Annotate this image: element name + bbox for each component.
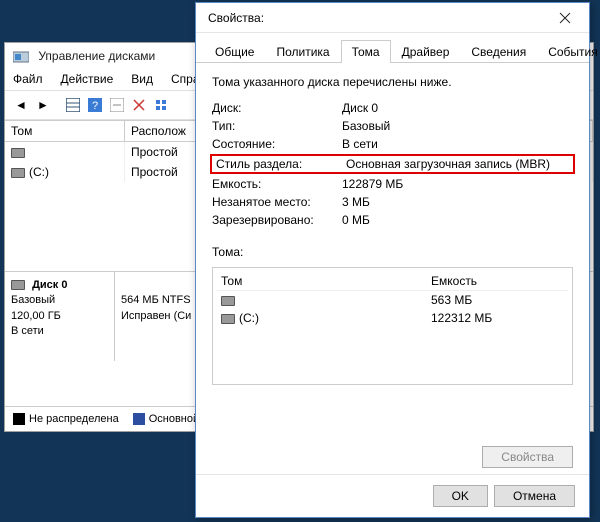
bg-menu-action[interactable]: Действие — [61, 72, 114, 86]
label-status: Состояние: — [212, 137, 342, 151]
toolbar-x-icon[interactable] — [129, 95, 149, 115]
bg-col-layout[interactable]: Располож — [125, 121, 205, 142]
label-capacity: Емкость: — [212, 177, 342, 191]
dialog-footer: OK Отмена — [196, 474, 589, 517]
bg-window-title: Управление дисками — [38, 49, 155, 63]
bg-menu-view[interactable]: Вид — [131, 72, 153, 86]
dialog-titlebar[interactable]: Свойства: — [196, 3, 589, 33]
value-capacity: 122879 МБ — [342, 177, 573, 191]
tab-details[interactable]: Сведения — [460, 40, 537, 63]
cancel-button[interactable]: Отмена — [494, 485, 575, 507]
vol-row-1[interactable]: (C:) 122312 МБ — [217, 309, 568, 327]
properties-dialog: Свойства: Общие Политика Тома Драйвер Св… — [195, 2, 590, 518]
close-icon — [559, 12, 571, 24]
label-type: Тип: — [212, 119, 342, 133]
volumes-label: Тома: — [212, 245, 573, 259]
tabset: Общие Политика Тома Драйвер Сведения Соб… — [196, 33, 589, 63]
label-disk: Диск: — [212, 101, 342, 115]
legend-primary-icon — [133, 413, 145, 425]
toolbar-help-icon[interactable]: ? — [85, 95, 105, 115]
vol-col-size[interactable]: Емкость — [431, 274, 564, 288]
tab-policy[interactable]: Политика — [265, 40, 340, 63]
tab-events[interactable]: События — [537, 40, 600, 63]
ok-button[interactable]: OK — [433, 485, 488, 507]
label-style: Стиль раздела: — [216, 157, 346, 171]
toolbar-view-icon[interactable] — [63, 95, 83, 115]
volume-icon — [221, 314, 235, 324]
intro-text: Тома указанного диска перечислены ниже. — [212, 75, 573, 89]
bg-menu-file[interactable]: Файл — [13, 72, 43, 86]
volumes-listbox[interactable]: Том Емкость 563 МБ (C:) 122312 МБ — [212, 267, 573, 385]
value-status: В сети — [342, 137, 573, 151]
value-reserved: 0 МБ — [342, 213, 573, 227]
disk-mgmt-icon — [13, 49, 32, 63]
toolbar-list-icon[interactable] — [151, 95, 171, 115]
value-type: Базовый — [342, 119, 573, 133]
toolbar-back-icon[interactable]: ◄ — [11, 95, 31, 115]
legend-unalloc-icon — [13, 413, 25, 425]
row-partition-style: Стиль раздела:Основная загрузочная запис… — [210, 154, 575, 174]
volume-properties-button[interactable]: Свойства — [482, 446, 573, 468]
value-freespace: 3 МБ — [342, 195, 573, 209]
close-button[interactable] — [545, 5, 585, 31]
svg-text:?: ? — [92, 100, 98, 112]
bg-col-volume[interactable]: Том — [5, 121, 125, 142]
dialog-title: Свойства: — [208, 11, 264, 25]
label-reserved: Зарезервировано: — [212, 213, 342, 227]
volume-icon — [11, 168, 25, 178]
tab-volumes[interactable]: Тома — [341, 40, 391, 63]
tab-driver[interactable]: Драйвер — [391, 40, 461, 63]
disk-properties: Диск:Диск 0 Тип:Базовый Состояние:В сети… — [212, 99, 573, 229]
label-freespace: Незанятое место: — [212, 195, 342, 209]
toolbar-refresh-icon[interactable] — [107, 95, 127, 115]
bg-disk-name: Диск 0 — [32, 279, 67, 291]
value-style: Основная загрузочная запись (MBR) — [346, 157, 569, 171]
toolbar-fwd-icon[interactable]: ► — [33, 95, 53, 115]
value-disk: Диск 0 — [342, 101, 573, 115]
volume-icon — [11, 148, 25, 158]
volume-icon — [221, 296, 235, 306]
disk-icon — [11, 280, 25, 290]
vol-row-0[interactable]: 563 МБ — [217, 291, 568, 309]
tab-general[interactable]: Общие — [204, 40, 265, 63]
dialog-body: Тома указанного диска перечислены ниже. … — [196, 63, 589, 440]
vol-col-name[interactable]: Том — [221, 274, 431, 288]
bg-disk-summary: Диск 0 Базовый 120,00 ГБ В сети — [5, 272, 115, 361]
